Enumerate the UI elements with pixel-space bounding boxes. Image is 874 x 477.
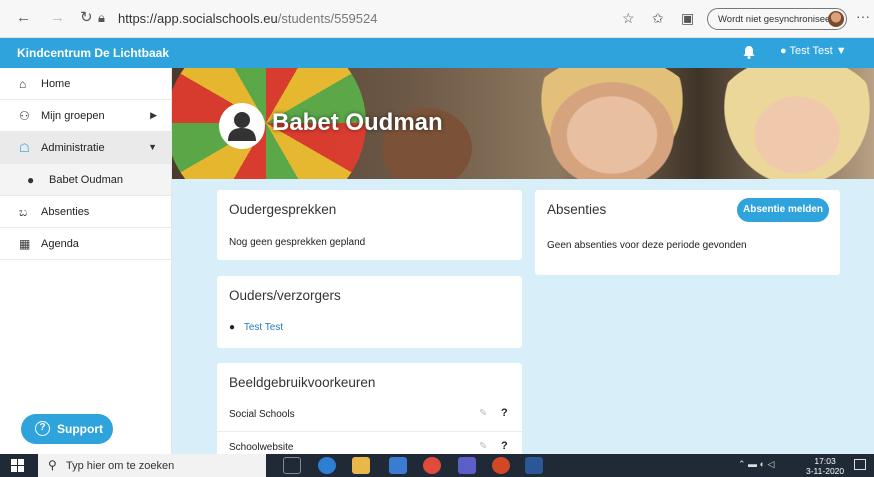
- chrome-icon[interactable]: [423, 457, 441, 474]
- absenties-card: Absenties Absentie melden Geen absenties…: [535, 190, 840, 275]
- ouders-card: Ouders/verzorgers ● Test Test: [217, 276, 522, 348]
- absentie-melden-button[interactable]: Absentie melden: [737, 198, 829, 222]
- student-avatar: [219, 103, 265, 149]
- notification-icon[interactable]: [854, 459, 866, 470]
- collections-icon[interactable]: ▣: [681, 10, 694, 27]
- app-header: Kindcentrum De Lichtbaak ● Test Test ▼: [0, 38, 874, 68]
- favorites-list-icon[interactable]: ✩: [652, 10, 664, 27]
- brand-name[interactable]: Kindcentrum De Lichtbaak: [17, 46, 169, 60]
- user-icon: ●: [27, 173, 35, 187]
- main-content: Babet Oudman Oudergesprekken Nog geen ge…: [172, 68, 874, 454]
- sidebar-item-label: Babet Oudman: [49, 174, 123, 186]
- sidebar-item-label: Home: [41, 78, 71, 90]
- refresh-icon[interactable]: ↻: [80, 10, 93, 26]
- sidebar-item-home[interactable]: ⌂ Home: [0, 68, 171, 100]
- sidebar-item-agenda[interactable]: ▦ Agenda: [0, 228, 171, 260]
- word-icon[interactable]: [525, 457, 543, 474]
- favorite-star-icon[interactable]: ☆: [622, 10, 635, 27]
- edge-browser-icon[interactable]: [318, 457, 336, 474]
- windows-start-icon[interactable]: [11, 459, 24, 472]
- preference-name: Social Schools: [229, 409, 295, 420]
- task-view-icon[interactable]: [283, 457, 301, 474]
- edit-pencil-icon[interactable]: ✎: [479, 441, 487, 452]
- sync-status-button[interactable]: Wordt niet gesynchroniseerd: [707, 8, 847, 30]
- person-icon: [228, 112, 256, 141]
- os-taskbar: ⚲ Typ hier om te zoeken ⌃ ▬ ◐ ◁ 17:03 3-…: [0, 454, 874, 477]
- banner-photo-child: [522, 68, 702, 179]
- edit-pencil-icon[interactable]: ✎: [479, 408, 487, 419]
- sidebar: ⌂ Home ⚇ Mijn groepen ▶ ☖ Administratie …: [0, 68, 172, 454]
- chevron-down-icon: ▼: [148, 142, 157, 152]
- sidebar-item-label: Absenties: [41, 206, 90, 218]
- back-icon[interactable]: ←: [16, 10, 31, 26]
- calendar-icon: ▦: [19, 237, 31, 251]
- search-placeholder: Typ hier om te zoeken: [66, 460, 175, 472]
- url-path: /students/559524: [277, 11, 378, 26]
- user-icon: ●: [780, 45, 787, 57]
- card-text: Nog geen gesprekken gepland: [229, 237, 366, 248]
- sync-label: Wordt niet gesynchroniseerd: [718, 14, 839, 25]
- home-icon: ⌂: [19, 77, 27, 91]
- teams-icon[interactable]: [458, 457, 476, 474]
- card-title: Oudergesprekken: [229, 202, 337, 217]
- support-label: Support: [57, 422, 103, 436]
- url-host: https://app.socialschools.eu: [118, 11, 278, 26]
- powerpoint-icon[interactable]: [492, 457, 510, 474]
- file-explorer-icon[interactable]: [352, 457, 370, 474]
- card-title: Absenties: [547, 202, 607, 217]
- user-name: Test Test: [789, 45, 833, 57]
- preference-row: Social Schools ✎ ?: [217, 399, 522, 431]
- groups-icon: ⚇: [19, 109, 30, 123]
- address-bar[interactable]: https://app.socialschools.eu/students/55…: [118, 11, 377, 26]
- system-tray-icons[interactable]: ⌃ ▬ ◐ ◁: [738, 459, 774, 470]
- taskbar-search[interactable]: ⚲ Typ hier om te zoeken: [38, 454, 266, 477]
- support-button[interactable]: ? Support: [21, 414, 113, 444]
- card-title: Beeldgebruikvoorkeuren: [229, 375, 376, 390]
- profile-avatar: [828, 11, 844, 27]
- card-title: Ouders/verzorgers: [229, 288, 341, 303]
- taskbar-clock[interactable]: 17:03 3-11-2020: [806, 456, 844, 476]
- search-icon: ⚲: [48, 458, 57, 472]
- parent-row: ● Test Test: [229, 322, 283, 333]
- sidebar-item-label: Mijn groepen: [41, 110, 105, 122]
- clock-time: 17:03: [814, 456, 836, 466]
- help-icon: ?: [35, 421, 50, 436]
- oudergesprekken-card: Oudergesprekken Nog geen gesprekken gepl…: [217, 190, 522, 260]
- stethoscope-icon: ಬ: [19, 205, 28, 219]
- sidebar-item-label: Administratie: [41, 142, 105, 154]
- clock-date: 3-11-2020: [806, 466, 845, 476]
- forward-icon[interactable]: →: [50, 10, 65, 26]
- sidebar-item-label: Agenda: [41, 238, 79, 250]
- sidebar-item-babet-oudman[interactable]: ● Babet Oudman: [0, 164, 171, 196]
- bell-icon[interactable]: [743, 45, 755, 59]
- sidebar-item-absenties[interactable]: ಬ Absenties: [0, 196, 171, 228]
- sidebar-item-administratie[interactable]: ☖ Administratie ▼: [0, 132, 171, 164]
- user-icon: ●: [229, 322, 236, 333]
- student-banner: Babet Oudman: [172, 68, 874, 179]
- admin-icon: ☖: [19, 141, 30, 155]
- lock-icon: 🔒︎: [98, 10, 105, 25]
- caret-down-icon: ▼: [835, 45, 847, 57]
- parent-link[interactable]: Test Test: [244, 322, 283, 333]
- help-icon[interactable]: ?: [501, 440, 508, 452]
- student-name: Babet Oudman: [272, 109, 443, 136]
- more-icon[interactable]: ···: [856, 8, 870, 24]
- absenties-empty-text: Geen absenties voor deze periode gevonde…: [547, 240, 747, 251]
- help-icon[interactable]: ?: [501, 407, 508, 419]
- store-icon[interactable]: [389, 457, 407, 474]
- user-menu[interactable]: ● Test Test ▼: [780, 45, 847, 57]
- browser-toolbar: ← → ↻ 🔒︎ https://app.socialschools.eu/st…: [0, 0, 874, 38]
- banner-photo-child: [712, 68, 874, 179]
- preference-row: Schoolwebsite ✎ ?: [217, 431, 522, 454]
- preference-name: Schoolwebsite: [229, 442, 294, 453]
- chevron-right-icon: ▶: [150, 110, 157, 120]
- sidebar-item-mijn-groepen[interactable]: ⚇ Mijn groepen ▶: [0, 100, 171, 132]
- beeldgebruik-card: Beeldgebruikvoorkeuren Social Schools ✎ …: [217, 363, 522, 454]
